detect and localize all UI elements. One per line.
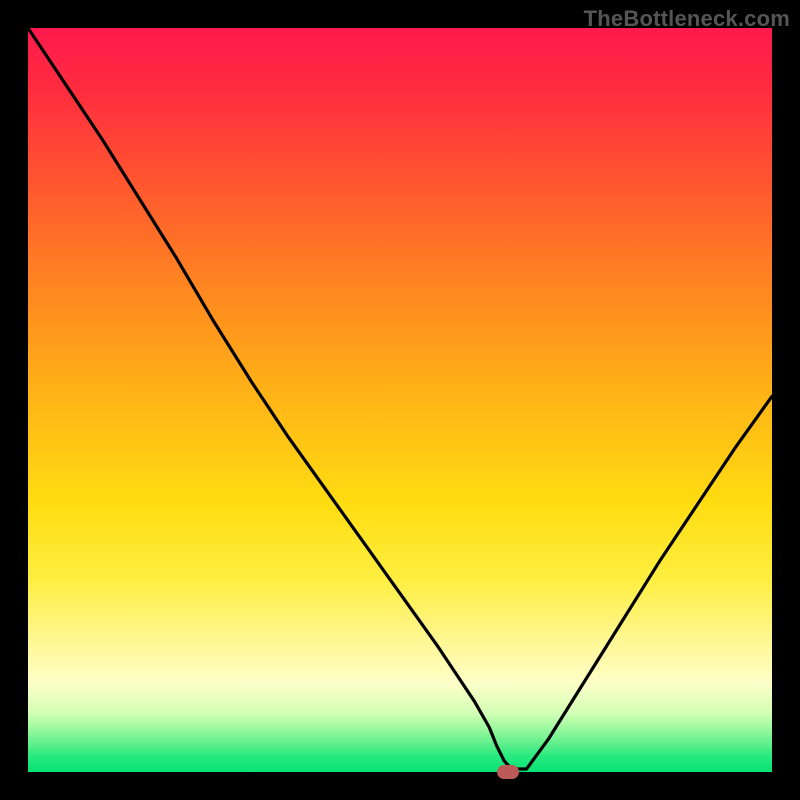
plot-area (28, 28, 772, 772)
minimum-marker (497, 765, 519, 779)
curve-svg (28, 28, 772, 772)
chart-frame: TheBottleneck.com (0, 0, 800, 800)
bottleneck-curve (28, 28, 772, 769)
